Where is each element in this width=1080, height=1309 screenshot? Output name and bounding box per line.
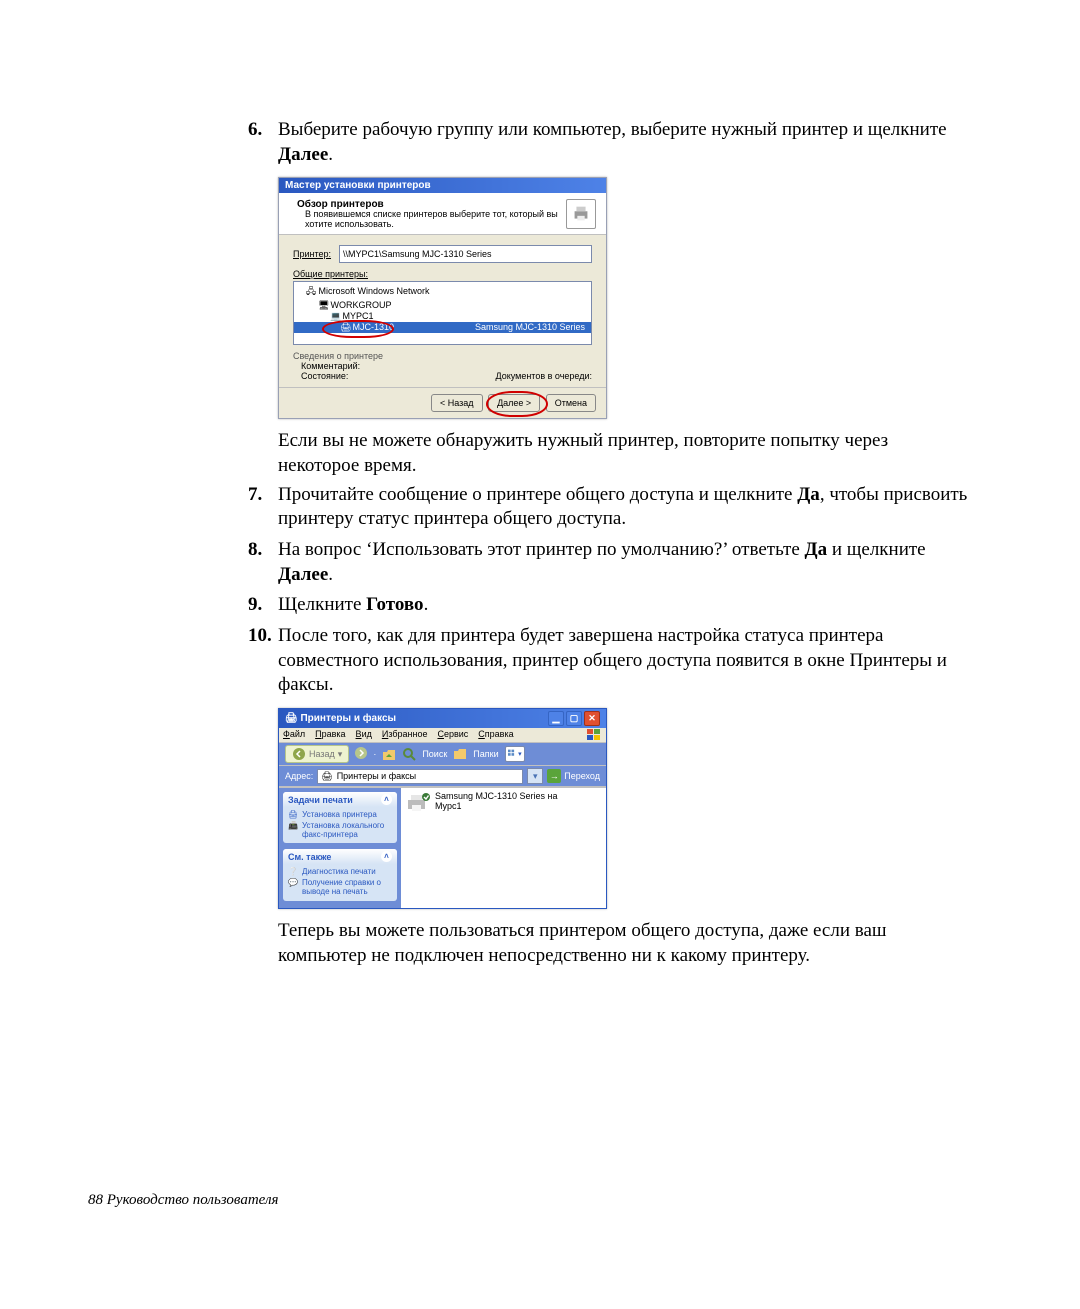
- nav-forward-button[interactable]: [355, 747, 367, 761]
- paragraph: Если вы не можете обнаружить нужный прин…: [278, 429, 968, 478]
- search-icon[interactable]: [402, 747, 416, 761]
- shared-printer-icon: [405, 792, 431, 814]
- go-arrow-icon: →: [547, 769, 561, 783]
- views-button[interactable]: ▾: [505, 746, 525, 762]
- help-bubble-icon: 💬: [288, 879, 298, 888]
- printers-folder-icon: 🖨: [321, 771, 332, 782]
- step-number: 10.: [248, 624, 278, 698]
- docs-in-queue-label: Документов в очереди:: [496, 371, 593, 381]
- menu-bar: Файл Правка Вид Избранное Сервис Справка: [279, 728, 606, 743]
- fax-icon: 📠: [288, 822, 298, 831]
- chevron-down-icon: ▾: [518, 750, 522, 758]
- printer-info-section: Сведения о принтере Комментарий: Состоян…: [293, 351, 592, 381]
- toolbar: Назад ▾ · Поиск Папки: [279, 743, 606, 766]
- help-printing-link[interactable]: 💬 Получение справки о выводе на печать: [288, 878, 392, 898]
- menu-help[interactable]: Справка: [478, 729, 513, 741]
- network-icon: 🖧: [306, 284, 316, 300]
- wizard-button-bar: < Назад Далее > Отмена: [279, 387, 606, 418]
- comment-label: Комментарий:: [301, 361, 360, 371]
- step-number: 7.: [248, 483, 278, 532]
- computer-icon: 💻: [330, 311, 340, 322]
- close-button[interactable]: ✕: [584, 711, 600, 726]
- windows-flag-icon: [586, 729, 602, 741]
- printers-list-area: Samsung MJC-1310 Series на Mypc1: [401, 788, 606, 908]
- add-printer-icon: 🖨: [288, 811, 298, 820]
- folders-icon[interactable]: [453, 747, 467, 761]
- printers-and-faxes-screenshot: 🖨 Принтеры и факсы ▁ ▢ ✕ Файл Правка Вид…: [278, 708, 607, 909]
- step-10: 10. После того, как для принтера будет з…: [248, 624, 968, 698]
- printer-path-label: Принтер:: [293, 249, 339, 259]
- shared-printers-label: Общие принтеры:: [293, 269, 592, 279]
- address-label: Адрес:: [285, 771, 313, 781]
- maximize-button[interactable]: ▢: [566, 711, 582, 726]
- step-8: 8. На вопрос ‘Использовать этот принтер …: [248, 538, 968, 587]
- address-input[interactable]: 🖨 Принтеры и факсы: [317, 769, 523, 784]
- print-tasks-panel: Задачи печати ˄ 🖨 Установка принтера 📠 У…: [283, 792, 397, 843]
- step-7: 7. Прочитайте сообщение о принтере общег…: [248, 483, 968, 532]
- step-number: 6.: [248, 118, 278, 167]
- workgroup-icon: 🖥: [318, 300, 328, 311]
- menu-file[interactable]: Файл: [283, 729, 305, 741]
- back-button[interactable]: < Назад: [431, 394, 483, 412]
- up-folder-icon[interactable]: [382, 747, 396, 761]
- address-bar: Адрес: 🖨 Принтеры и факсы ▾ → Переход: [279, 766, 606, 787]
- menu-edit[interactable]: Правка: [315, 729, 345, 741]
- back-arrow-icon: [292, 747, 306, 761]
- collapse-icon[interactable]: ˄: [381, 851, 392, 862]
- shared-printers-tree[interactable]: 🖧 Microsoft Windows Network 🖥 WORKGROUP …: [293, 281, 592, 345]
- see-also-panel: См. также ˄ ❔ Диагностика печати 💬 Получ…: [283, 849, 397, 900]
- status-label: Состояние:: [301, 371, 348, 381]
- paragraph: Теперь вы можете пользоваться принтером …: [278, 919, 968, 968]
- printer-path-input[interactable]: [339, 245, 592, 263]
- menu-tools[interactable]: Сервис: [437, 729, 468, 741]
- menu-fav[interactable]: Избранное: [382, 729, 428, 741]
- printer-label: Samsung MJC-1310 Series на Mypc1: [435, 792, 558, 812]
- add-printer-wizard-screenshot: Мастер установки принтеров Обзор принтер…: [278, 177, 607, 419]
- window-titlebar: 🖨 Принтеры и факсы ▁ ▢ ✕: [279, 709, 606, 728]
- wizard-header: Обзор принтеров В появившемся списке при…: [279, 193, 606, 235]
- printer-icon: [566, 199, 596, 229]
- menu-view[interactable]: Вид: [356, 729, 372, 741]
- go-button[interactable]: → Переход: [547, 769, 600, 783]
- wizard-header-subtitle: В появившемся списке принтеров выберите …: [297, 210, 560, 230]
- add-fax-printer-link[interactable]: 📠 Установка локального факс-принтера: [288, 821, 392, 841]
- shared-printer-item[interactable]: Samsung MJC-1310 Series на Mypc1: [405, 792, 602, 814]
- collapse-icon[interactable]: ˄: [381, 794, 392, 805]
- printer-small-icon: 🖨: [340, 322, 350, 333]
- cancel-button[interactable]: Отмена: [546, 394, 596, 412]
- step-6: 6. Выберите рабочую группу или компьютер…: [248, 118, 968, 167]
- address-dropdown-button[interactable]: ▾: [527, 768, 543, 784]
- step-9: 9. Щелкните Готово.: [248, 593, 968, 618]
- page-footer: 88 Руководство пользователя: [88, 1192, 278, 1209]
- next-button[interactable]: Далее >: [488, 394, 540, 412]
- nav-back-button[interactable]: Назад ▾: [285, 745, 349, 763]
- step-number: 9.: [248, 593, 278, 618]
- window-titlebar: Мастер установки принтеров: [279, 178, 606, 193]
- tasks-sidebar: Задачи печати ˄ 🖨 Установка принтера 📠 У…: [279, 788, 401, 908]
- step-number: 8.: [248, 538, 278, 587]
- help-icon: ❔: [288, 868, 298, 877]
- troubleshoot-link[interactable]: ❔ Диагностика печати: [288, 867, 392, 878]
- selected-printer-row[interactable]: 🖨 MJC-1310 Samsung MJC-1310 Series: [294, 322, 591, 333]
- minimize-button[interactable]: ▁: [548, 711, 564, 726]
- add-printer-link[interactable]: 🖨 Установка принтера: [288, 810, 392, 821]
- chevron-down-icon: ▾: [338, 749, 343, 760]
